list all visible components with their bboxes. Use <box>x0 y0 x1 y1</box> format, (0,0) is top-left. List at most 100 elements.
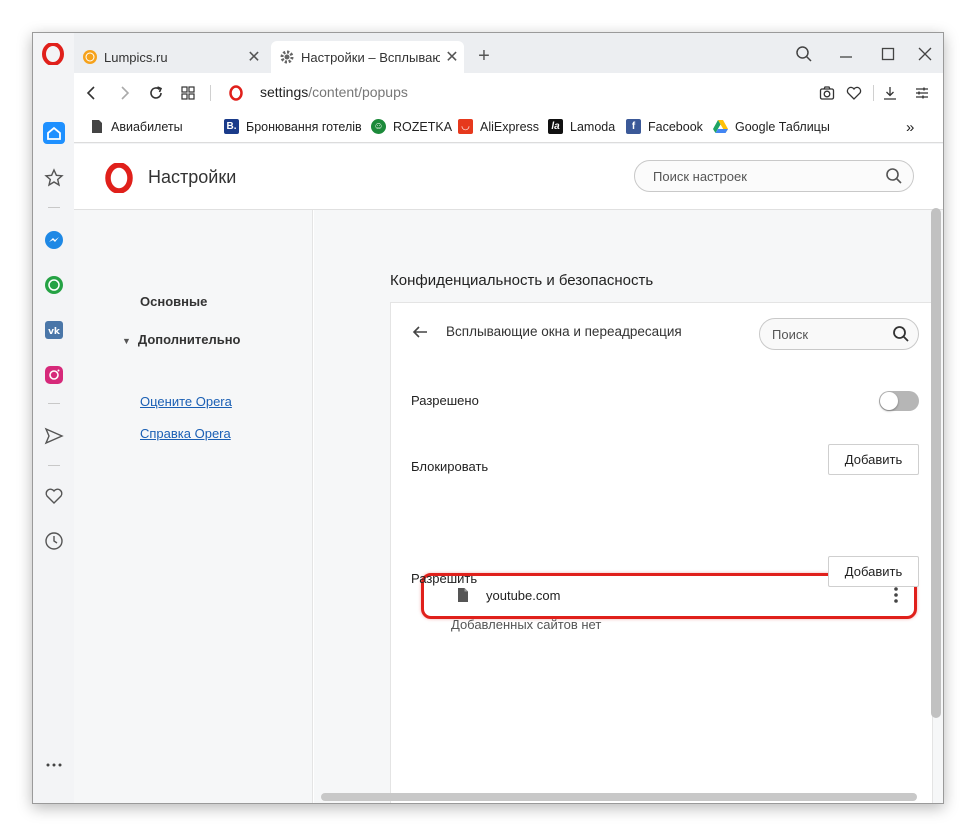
tab-settings[interactable]: Настройки – Всплывающие окна и переадрес… <box>271 41 464 73</box>
lamoda-icon: la <box>548 119 563 134</box>
back-icon[interactable] <box>80 81 104 105</box>
facebook-icon: f <box>626 119 641 134</box>
snapshot-camera-icon[interactable] <box>815 81 839 105</box>
back-arrow-icon[interactable] <box>411 323 429 341</box>
google-drive-icon <box>713 119 728 134</box>
rozetka-icon: ☺ <box>371 119 386 134</box>
more-actions-icon[interactable] <box>893 585 899 605</box>
nav-basic[interactable]: Основные <box>140 294 207 309</box>
bookmark-label: Lamoda <box>570 119 616 134</box>
triangle-down-icon: ▼ <box>122 336 131 346</box>
allow-add-button[interactable]: Добавить <box>828 556 919 587</box>
bookmark-label: Авиабилеты <box>111 119 183 134</box>
opera-help-link[interactable]: Справка Opera <box>140 426 231 441</box>
opera-logo-icon <box>105 163 133 193</box>
address-divider <box>210 85 211 101</box>
opera-menu-icon[interactable] <box>42 43 64 65</box>
allowed-label: Разрешено <box>411 393 479 408</box>
svg-text:vk: vk <box>48 327 61 337</box>
browser-window: vk Lumpics.ru ✕ Настройки – Всплывающие … <box>32 32 944 804</box>
bookmark-label: Facebook <box>648 119 703 134</box>
search-placeholder: Поиск настроек <box>653 169 747 184</box>
close-window-icon[interactable] <box>905 41 943 67</box>
address-bar: settings/content/popups <box>74 73 943 113</box>
reload-icon[interactable] <box>144 81 168 105</box>
history-clock-icon[interactable] <box>42 529 66 553</box>
tab-title: Lumpics.ru <box>104 49 168 65</box>
vertical-scrollbar[interactable] <box>931 208 941 718</box>
bookmark-rozetka[interactable]: ☺ ROZETKA <box>371 119 452 134</box>
settings-content: Конфиденциальность и безопасность Всплыв… <box>314 210 943 803</box>
bookmarks-bar: Авиабилеты B. Бронювання готелів ☺ ROZET… <box>74 113 943 143</box>
bookmarks-overflow-chevron-icon[interactable]: » <box>906 119 914 136</box>
blocked-site-name: youtube.com <box>486 588 561 603</box>
tab-close-icon[interactable]: ✕ <box>440 47 464 67</box>
nav-advanced-label: Дополнительно <box>137 332 241 347</box>
bookmark-lamoda[interactable]: la Lamoda <box>548 119 615 134</box>
allowed-toggle[interactable] <box>879 391 919 411</box>
send-icon[interactable] <box>42 424 66 448</box>
rate-opera-link[interactable]: Оцените Opera <box>140 394 232 409</box>
bookmark-facebook[interactable]: f Facebook <box>626 119 703 134</box>
settings-header: Настройки Поиск настроек <box>74 144 943 210</box>
bookmark-booking[interactable]: B. Бронювання готелів <box>224 119 362 134</box>
booking-icon: B. <box>224 119 239 134</box>
messenger-icon[interactable] <box>42 228 66 252</box>
file-icon <box>458 588 468 602</box>
url-field[interactable]: settings/content/popups <box>260 84 408 100</box>
bookmark-google-sheets[interactable]: Google Таблицы <box>713 119 830 134</box>
block-add-button[interactable]: Добавить <box>828 444 919 475</box>
url-path: /content/popups <box>308 84 408 100</box>
tab-close-icon[interactable]: ✕ <box>242 47 266 67</box>
site-search-input[interactable]: Поиск <box>759 318 919 350</box>
maximize-icon[interactable] <box>868 41 908 67</box>
tab-lumpics[interactable]: Lumpics.ru ✕ <box>74 41 266 73</box>
opera-site-icon <box>229 85 243 101</box>
popups-card: Всплывающие окна и переадресация Поиск Р… <box>390 302 933 803</box>
whatsapp-icon[interactable] <box>42 273 66 297</box>
sidebar-divider <box>48 403 60 404</box>
download-icon[interactable] <box>878 81 902 105</box>
horizontal-scrollbar[interactable] <box>321 793 917 801</box>
gear-icon <box>280 50 294 64</box>
search-icon <box>893 326 909 342</box>
settings-page: Настройки Поиск настроек Основные ▼ Допол… <box>74 144 943 803</box>
opera-sidebar: vk <box>33 33 74 803</box>
address-divider <box>873 85 874 101</box>
toggle-knob <box>880 392 898 410</box>
heart-icon[interactable] <box>42 484 66 508</box>
nav-advanced[interactable]: ▼ Дополнительно <box>122 332 241 347</box>
block-label: Блокировать <box>411 459 489 474</box>
settings-nav: Основные ▼ Дополнительно Оцените Opera Сп… <box>74 210 313 803</box>
allow-empty-text: Добавленных сайтов нет <box>451 617 602 632</box>
allow-label: Разрешить <box>411 571 478 586</box>
url-host: settings <box>260 84 309 100</box>
sidebar-divider <box>48 207 60 208</box>
settings-search-input[interactable]: Поиск настроек <box>634 160 914 192</box>
lumpics-favicon-icon <box>83 50 97 64</box>
forward-icon[interactable] <box>112 81 136 105</box>
more-dots-icon[interactable] <box>42 753 66 777</box>
document-icon <box>89 119 104 134</box>
minimize-icon[interactable] <box>826 41 866 67</box>
sidebar-divider <box>48 465 60 466</box>
subpage-title: Всплывающие окна и переадресация <box>446 324 682 339</box>
section-title: Конфиденциальность и безопасность <box>390 272 654 289</box>
bookmark-aviabilety[interactable]: Авиабилеты <box>89 119 183 134</box>
page-title: Настройки <box>148 167 237 187</box>
search-icon <box>886 168 902 184</box>
new-tab-plus-icon[interactable]: + <box>474 45 494 68</box>
vk-icon[interactable]: vk <box>42 318 66 342</box>
bookmark-aliexpress[interactable]: ◡ AliExpress <box>458 119 539 134</box>
home-icon[interactable] <box>42 121 66 145</box>
search-placeholder: Поиск <box>772 327 809 342</box>
bookmark-label: Бронювання готелів <box>246 119 362 134</box>
instagram-icon[interactable] <box>42 363 66 387</box>
star-icon[interactable] <box>42 166 66 190</box>
bookmark-heart-icon[interactable] <box>842 81 866 105</box>
easy-setup-icon[interactable] <box>910 81 934 105</box>
search-tabs-icon[interactable] <box>784 41 824 67</box>
aliexpress-icon: ◡ <box>458 119 473 134</box>
tab-strip: Lumpics.ru ✕ Настройки – Всплывающие окн… <box>74 33 943 73</box>
speed-dial-grid-icon[interactable] <box>176 81 200 105</box>
